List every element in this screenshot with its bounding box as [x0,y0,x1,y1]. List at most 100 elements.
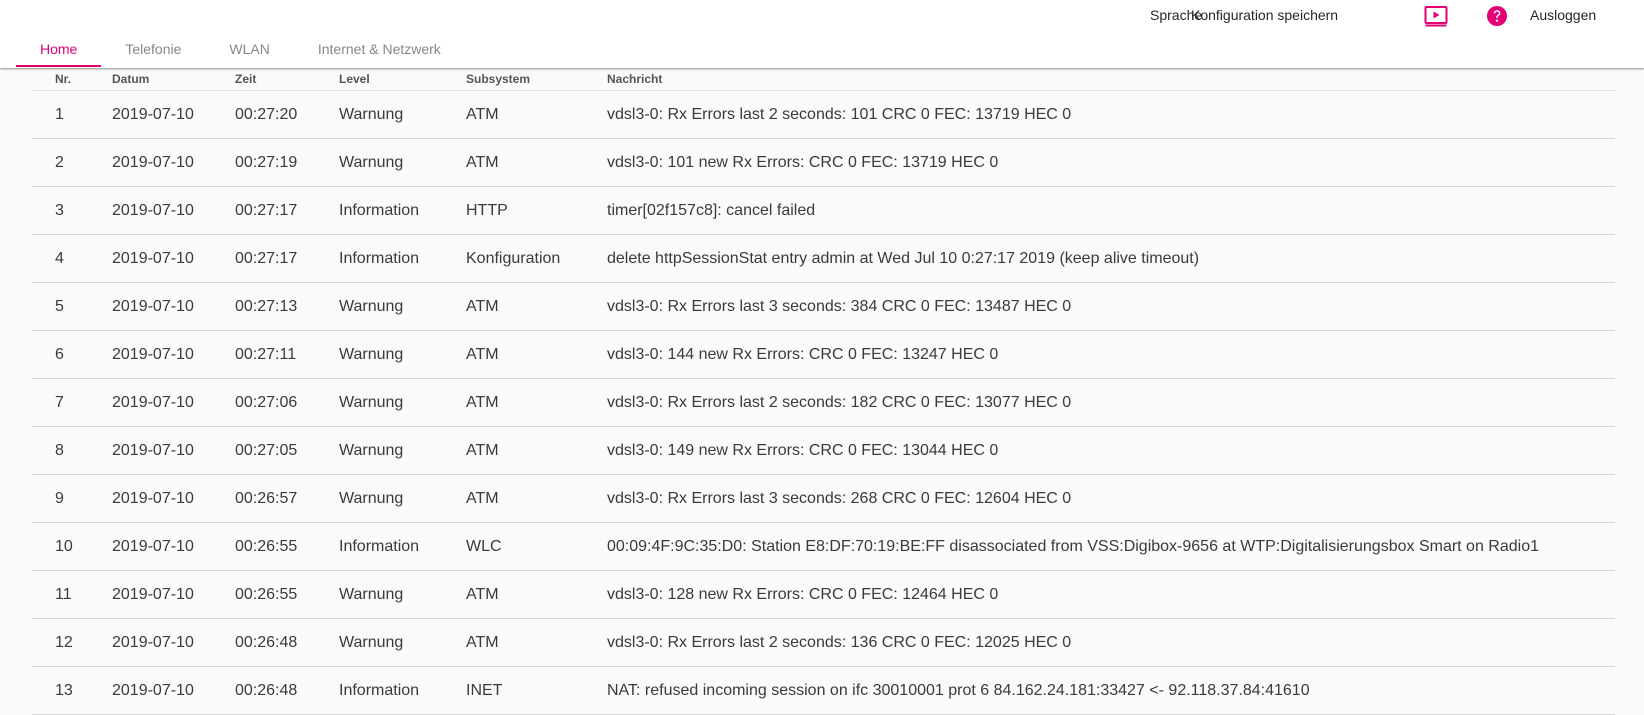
table-row: 11 2019-07-10 00:26:55 Warnung ATM vdsl3-0: 1… [32,570,1615,619]
log-cell-zeit: 00:26:48 [235,666,339,715]
log-cell-nachricht: timer[02f157c8]: cancel failed [607,186,1615,235]
log-cell-subsystem: ATM [466,426,607,475]
log-cell-level: Information [339,234,466,283]
column-header-subsystem[interactable]: Subsystem [466,68,607,91]
log-cell-subsystem: Konfiguration [466,234,607,283]
column-header-nachricht[interactable]: Nachricht [607,68,1615,91]
log-cell-subsystem: INET [466,666,607,715]
table-row: 9 2019-07-10 00:26:57 Warnung ATM vdsl3-0: Rx… [32,474,1615,523]
log-cell-level: Information [339,522,466,571]
log-cell-datum: 2019-07-10 [112,282,235,331]
column-header-datum[interactable]: Datum [112,68,235,91]
log-cell-level: Warnung [339,138,466,187]
log-cell-zeit: 00:27:17 [235,186,339,235]
log-cell-datum: 2019-07-10 [112,570,235,619]
log-cell-nachricht: vdsl3-0: Rx Errors last 3 seconds: 268 C… [607,474,1615,523]
log-cell-nr: 3 [32,186,112,235]
log-cell-nr: 2 [32,138,112,187]
log-cell-nr: 1 [32,90,112,139]
log-cell-level: Warnung [339,378,466,427]
tab-wlan[interactable]: WLAN [205,36,293,67]
video-play-icon[interactable] [1424,5,1448,27]
log-cell-subsystem: ATM [466,378,607,427]
table-row: 4 2019-07-10 00:27:17 Information Konfigurat… [32,234,1615,283]
log-cell-datum: 2019-07-10 [112,186,235,235]
log-cell-zeit: 00:27:05 [235,426,339,475]
log-cell-nr: 7 [32,378,112,427]
log-cell-nr: 11 [32,570,112,619]
log-cell-nr: 5 [32,282,112,331]
column-header-level[interactable]: Level [339,68,466,91]
column-header-zeit[interactable]: Zeit [235,68,339,91]
log-cell-datum: 2019-07-10 [112,426,235,475]
log-cell-nachricht: vdsl3-0: Rx Errors last 2 seconds: 182 C… [607,378,1615,427]
table-row: 8 2019-07-10 00:27:05 Warnung ATM vdsl3-0: 14… [32,426,1615,475]
log-cell-zeit: 00:27:13 [235,282,339,331]
log-cell-datum: 2019-07-10 [112,90,235,139]
table-row: 5 2019-07-10 00:27:13 Warnung ATM vdsl3-0: Rx… [32,282,1615,331]
log-cell-datum: 2019-07-10 [112,330,235,379]
log-cell-level: Warnung [339,330,466,379]
log-cell-level: Warnung [339,570,466,619]
log-cell-zeit: 00:27:11 [235,330,339,379]
log-cell-nr: 4 [32,234,112,283]
log-cell-datum: 2019-07-10 [112,138,235,187]
help-icon[interactable] [1486,5,1508,27]
log-cell-subsystem: ATM [466,330,607,379]
log-cell-nachricht: vdsl3-0: 128 new Rx Errors: CRC 0 FEC: 1… [607,570,1615,619]
column-header-nr[interactable]: Nr. [32,68,112,91]
log-cell-level: Information [339,666,466,715]
log-cell-zeit: 00:26:57 [235,474,339,523]
log-table-header: Nr. Datum Zeit Level Subsystem Nachricht [32,68,1615,91]
table-row: 3 2019-07-10 00:27:17 Information HTTP timer[… [32,186,1615,235]
log-cell-nachricht: vdsl3-0: 144 new Rx Errors: CRC 0 FEC: 1… [607,330,1615,379]
table-row: 12 2019-07-10 00:26:48 Warnung ATM vdsl3-0: R… [32,618,1615,667]
log-cell-datum: 2019-07-10 [112,234,235,283]
table-row: 13 2019-07-10 00:26:48 Information INET NAT: … [32,666,1615,715]
log-cell-datum: 2019-07-10 [112,618,235,667]
table-row: 2 2019-07-10 00:27:19 Warnung ATM vdsl3-0: 10… [32,138,1615,187]
system-log: Nr. Datum Zeit Level Subsystem Nachricht… [32,68,1615,715]
log-cell-subsystem: ATM [466,138,607,187]
log-cell-datum: 2019-07-10 [112,474,235,523]
log-cell-subsystem: ATM [466,618,607,667]
log-cell-zeit: 00:27:17 [235,234,339,283]
log-table: Nr. Datum Zeit Level Subsystem Nachricht… [32,68,1615,715]
log-cell-zeit: 00:26:55 [235,570,339,619]
table-row: 1 2019-07-10 00:27:20 Warnung ATM vdsl3-0: Rx… [32,90,1615,139]
log-cell-nr: 6 [32,330,112,379]
log-cell-nr: 10 [32,522,112,571]
log-cell-subsystem: ATM [466,474,607,523]
log-cell-nachricht: vdsl3-0: 149 new Rx Errors: CRC 0 FEC: 1… [607,426,1615,475]
log-cell-nr: 13 [32,666,112,715]
log-cell-zeit: 00:26:55 [235,522,339,571]
tab-telefonie[interactable]: Telefonie [101,36,205,67]
table-row: 10 2019-07-10 00:26:55 Information WLC 00:09:… [32,522,1615,571]
tab-internet-netzwerk[interactable]: Internet & Netzwerk [294,36,465,67]
log-cell-subsystem: ATM [466,570,607,619]
tab-home[interactable]: Home [16,36,102,67]
log-cell-zeit: 00:27:06 [235,378,339,427]
save-configuration-link[interactable]: Konfiguration speichern [1191,7,1338,23]
log-cell-nr: 9 [32,474,112,523]
log-cell-nachricht: NAT: refused incoming session on ifc 300… [607,666,1615,715]
log-cell-nr: 8 [32,426,112,475]
log-cell-subsystem: ATM [466,282,607,331]
log-cell-subsystem: HTTP [466,186,607,235]
log-cell-nachricht: vdsl3-0: Rx Errors last 2 seconds: 136 C… [607,618,1615,667]
log-cell-level: Warnung [339,426,466,475]
log-cell-subsystem: ATM [466,90,607,139]
log-cell-datum: 2019-07-10 [112,666,235,715]
log-cell-level: Warnung [339,90,466,139]
top-navigation-bar: Sprache Konfiguration speichern Auslogge… [0,0,1644,68]
log-cell-nachricht: vdsl3-0: 101 new Rx Errors: CRC 0 FEC: 1… [607,138,1615,187]
table-row: 7 2019-07-10 00:27:06 Warnung ATM vdsl3-0: Rx… [32,378,1615,427]
table-row: 6 2019-07-10 00:27:11 Warnung ATM vdsl3-0: 14… [32,330,1615,379]
log-cell-zeit: 00:26:48 [235,618,339,667]
log-cell-level: Information [339,186,466,235]
log-cell-nachricht: 00:09:4F:9C:35:D0: Station E8:DF:70:19:B… [607,522,1615,571]
log-cell-zeit: 00:27:20 [235,90,339,139]
logout-link[interactable]: Ausloggen [1530,7,1596,23]
log-cell-zeit: 00:27:19 [235,138,339,187]
log-cell-level: Warnung [339,474,466,523]
